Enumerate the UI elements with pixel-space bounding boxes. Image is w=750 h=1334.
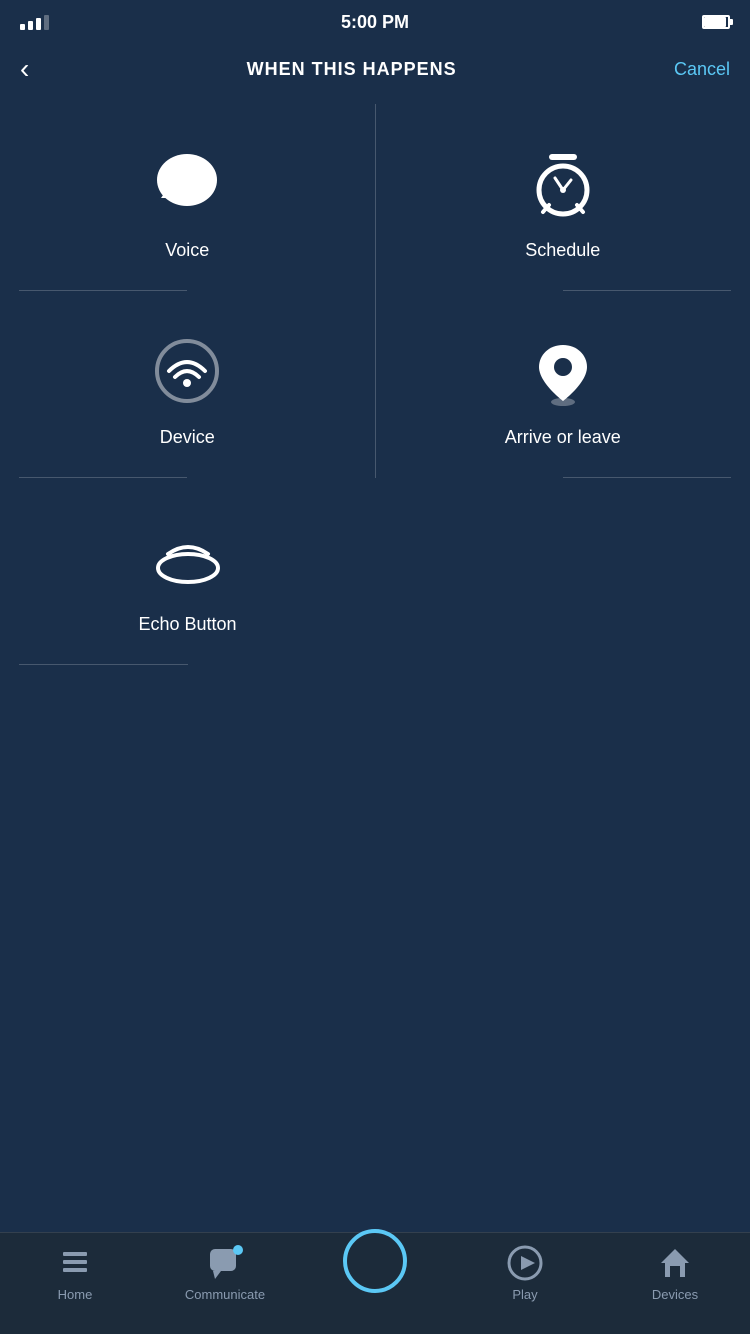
schedule-icon (523, 144, 603, 224)
location-icon (523, 331, 603, 411)
home-icon-wrap (57, 1245, 93, 1281)
battery-fill (704, 17, 726, 27)
battery-indicator (702, 15, 730, 29)
home-nav-label: Home (58, 1287, 93, 1302)
bottom-nav: Home Communicate Play (0, 1232, 750, 1334)
communicate-nav-label: Communicate (185, 1287, 265, 1302)
signal-bar-3 (36, 18, 41, 30)
option-device[interactable]: Device (0, 291, 375, 478)
alexa-inner (349, 1235, 401, 1287)
alexa-icon-wrap (343, 1229, 407, 1293)
nav-item-alexa[interactable] (300, 1245, 450, 1293)
signal-bar-4 (44, 15, 49, 30)
voice-label: Voice (165, 240, 209, 261)
device-icon (147, 331, 227, 411)
option-voice[interactable]: Voice (0, 104, 375, 291)
option-schedule[interactable]: Schedule (375, 104, 750, 291)
nav-item-home[interactable]: Home (0, 1245, 150, 1302)
nav-item-play[interactable]: Play (450, 1245, 600, 1302)
signal-bar-1 (20, 24, 25, 30)
content-area: Voice (0, 104, 750, 1232)
option-echo-button[interactable]: Echo Button (0, 478, 375, 665)
options-row-1: Voice (0, 104, 750, 291)
nav-item-devices[interactable]: Devices (600, 1245, 750, 1302)
bottom-divider-echo (19, 664, 188, 665)
communicate-icon-wrap (207, 1245, 243, 1281)
echo-button-icon (148, 518, 228, 598)
back-button[interactable]: ‹ (20, 55, 29, 83)
empty-cell (375, 478, 750, 665)
options-row-3: Echo Button (0, 478, 750, 665)
alexa-ring-icon (343, 1229, 407, 1293)
voice-icon (147, 144, 227, 224)
nav-item-communicate[interactable]: Communicate (150, 1245, 300, 1302)
nav-header: ‹ WHEN THIS HAPPENS Cancel (0, 44, 750, 104)
signal-indicator (20, 15, 49, 30)
page-title: WHEN THIS HAPPENS (247, 59, 457, 80)
echo-button-label: Echo Button (138, 614, 236, 635)
options-row-2: Device Arrive or leave (0, 291, 750, 478)
schedule-label: Schedule (525, 240, 600, 261)
play-nav-label: Play (512, 1287, 537, 1302)
devices-nav-label: Devices (652, 1287, 698, 1302)
status-bar: 5:00 PM (0, 0, 750, 44)
cancel-button[interactable]: Cancel (674, 59, 730, 80)
status-time: 5:00 PM (341, 12, 409, 33)
communicate-dot (233, 1245, 243, 1255)
device-label: Device (160, 427, 215, 448)
option-arrive-leave[interactable]: Arrive or leave (375, 291, 750, 478)
arrive-leave-label: Arrive or leave (505, 427, 621, 448)
devices-icon-wrap (657, 1245, 693, 1281)
signal-bar-2 (28, 21, 33, 30)
play-icon-wrap (507, 1245, 543, 1281)
